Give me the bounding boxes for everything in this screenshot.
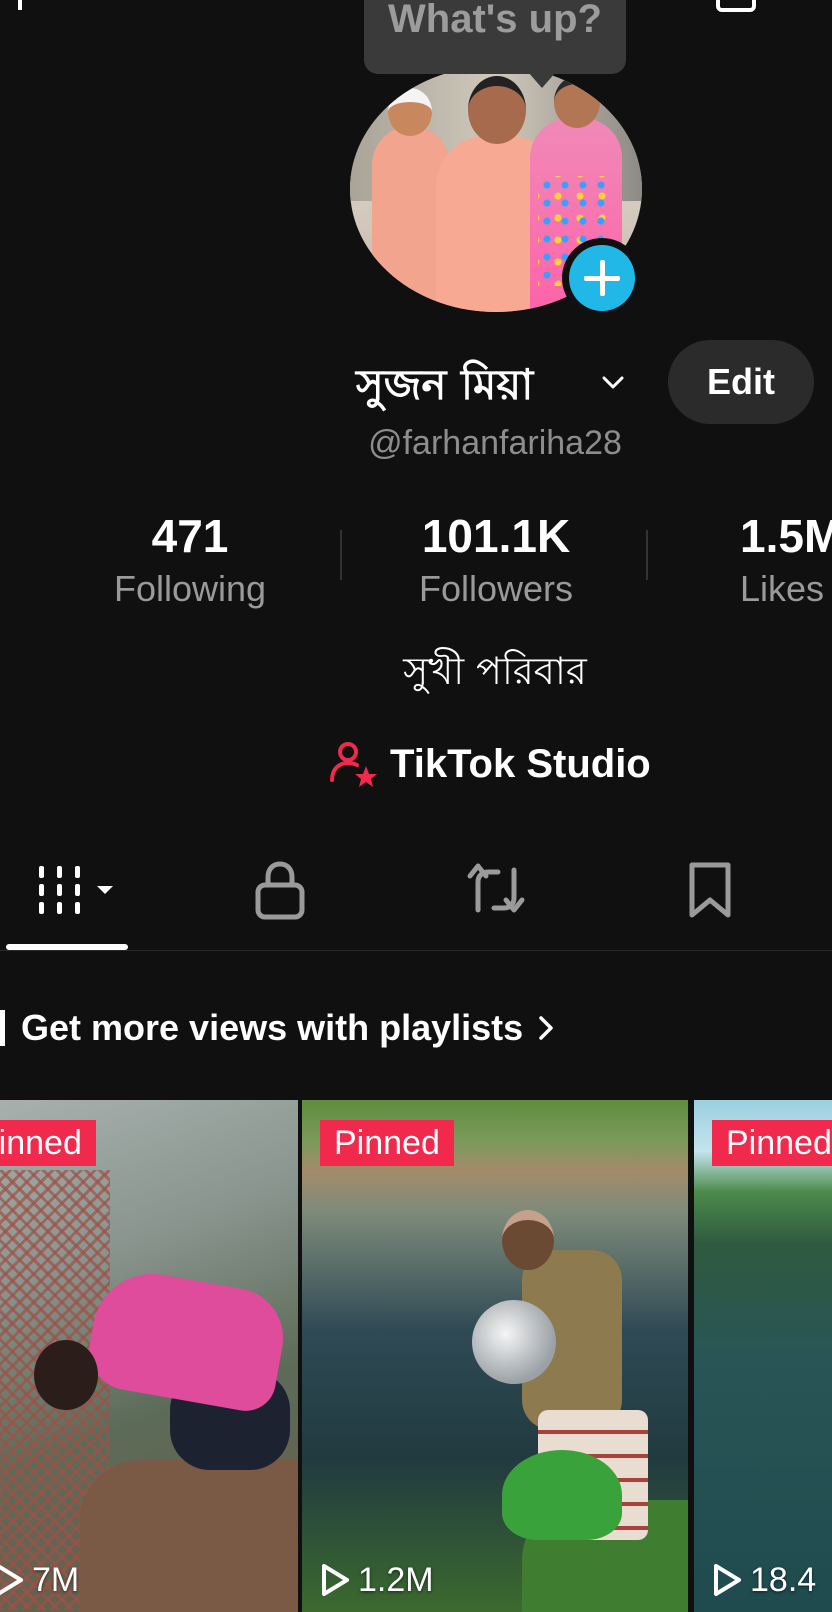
tiktok-studio-label: TikTok Studio [390,741,651,786]
view-count-value: 7M [32,1560,80,1599]
pinned-badge: Pinned [0,1120,96,1166]
video-thumbnail[interactable]: Pinned 1.2M [302,1100,688,1612]
following-stat[interactable]: 471 Following [40,508,340,614]
likes-stat[interactable]: 1.5M Likes [740,508,832,614]
username-handle: @farhanfariha28 [368,424,622,462]
profile-bio: সুখী পরিবার [403,649,587,693]
add-story-button[interactable] [562,238,642,318]
grid-icon [39,866,113,914]
profile-screen: What's up? সুজন মিয়া Edit @farhanfariha… [0,0,832,1612]
add-friend-icon[interactable] [8,0,32,10]
chevron-right-icon [539,1016,553,1040]
view-count: 18.4 [712,1558,816,1602]
pinned-badge: Pinned [320,1120,454,1166]
tab-reposts[interactable] [456,858,536,922]
followers-stat[interactable]: 101.1K Followers [346,508,646,614]
view-count: 1.2M [320,1558,434,1602]
menu-icon[interactable] [716,0,756,12]
play-icon [0,1564,23,1596]
stat-divider [646,530,648,580]
playlist-icon [0,1010,5,1046]
tab-videos[interactable] [30,858,126,922]
status-bubble-tail [528,72,556,88]
bookmark-icon [689,862,731,918]
following-count: 471 [151,510,229,562]
status-bubble[interactable]: What's up? [364,0,626,74]
edit-profile-button[interactable]: Edit [668,340,814,424]
likes-count: 1.5M [740,510,832,562]
following-label: Following [113,568,267,609]
stat-divider [340,530,342,580]
tab-favorites[interactable] [670,858,750,922]
video-thumbnail[interactable]: Pinned 18.4 [694,1100,832,1612]
profile-name[interactable]: সুজন মিয়া [356,352,533,412]
playlist-prompt-label: Get more views with playlists [21,1007,524,1048]
view-count-value: 18.4 [750,1560,817,1599]
view-count: 7M [0,1558,79,1602]
video-thumbnail[interactable]: Pinned 7M [0,1100,298,1612]
tab-private[interactable] [240,858,320,922]
playlist-prompt[interactable]: Get more views with playlists [0,1000,555,1056]
tiktok-studio-link[interactable]: TikTok Studio [326,736,651,792]
play-icon [714,1564,741,1596]
person-star-icon [330,742,377,787]
tab-divider [0,950,832,951]
lock-icon [255,861,305,920]
plus-icon [569,245,635,311]
view-count-value: 1.2M [358,1560,434,1599]
status-bubble-text: What's up? [388,0,602,41]
pinned-badge: Pinned [712,1120,832,1166]
play-icon [322,1564,349,1596]
chevron-down-icon[interactable] [602,372,624,394]
likes-label: Likes [740,568,825,609]
followers-label: Followers [418,568,574,609]
followers-count: 101.1K [421,510,571,562]
repost-icon [467,863,525,913]
